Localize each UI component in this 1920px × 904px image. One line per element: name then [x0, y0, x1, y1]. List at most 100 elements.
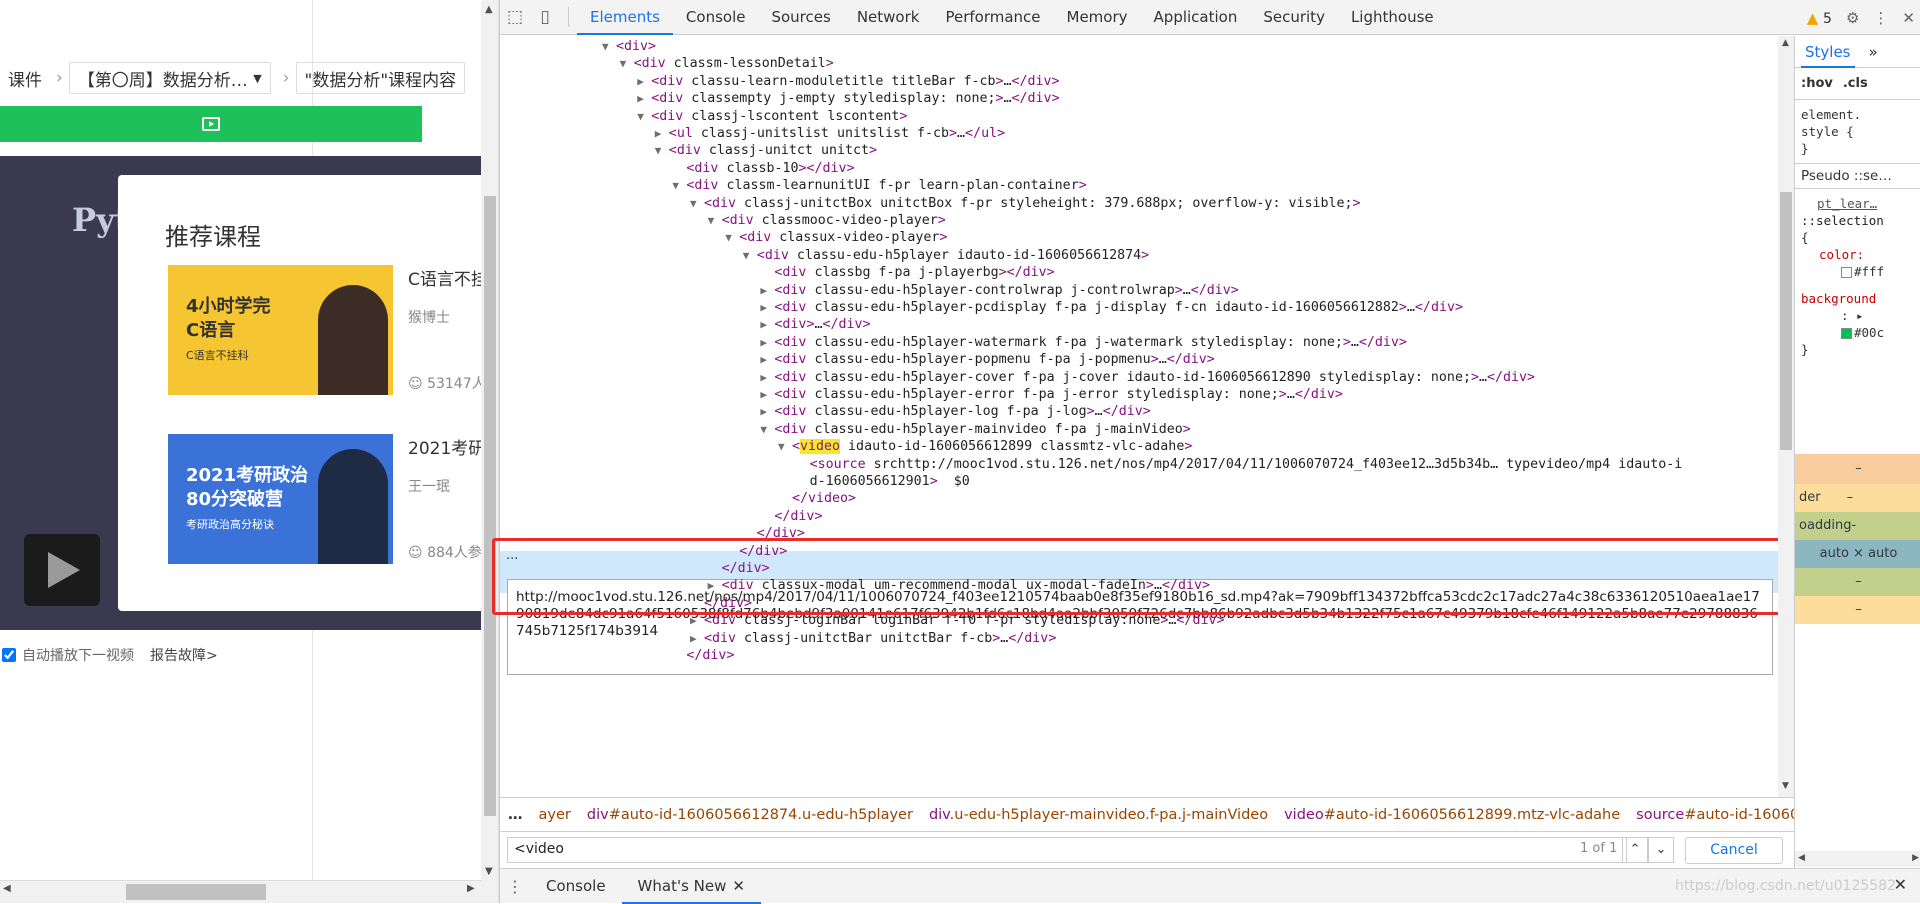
box-model-padding[interactable]: oadding- — [1795, 512, 1920, 540]
dom-node-line[interactable]: ▶ <div classj-unitctBar unitctBar f-cb>…<… — [690, 628, 1056, 649]
device-toolbar-icon[interactable]: ▯ — [530, 0, 560, 35]
expanded-arrow-icon[interactable]: ▼ — [760, 419, 774, 440]
tab-performance[interactable]: Performance — [932, 0, 1053, 35]
scrollbar-thumb[interactable] — [126, 884, 266, 900]
dom-node-markup: <div classbg f-pa j-playerbg></div> — [774, 265, 1055, 281]
dom-crumb[interactable]: video#auto-id-1606056612899.mtz-vlc-adah… — [1276, 807, 1628, 823]
expanded-arrow-icon[interactable]: ▼ — [708, 210, 722, 231]
expanded-arrow-icon[interactable]: ▼ — [620, 53, 634, 74]
course-thumbnail[interactable]: 2021考研政治 80分突破营 考研政治高分秘诀 — [168, 434, 393, 564]
expanded-arrow-icon[interactable]: ▼ — [743, 245, 757, 266]
console-drawer-tabbar: ⋮ Console What's New ✕ https://blog.csdn.… — [500, 868, 1920, 904]
course-card[interactable]: 2021考研政治 80分突破营 考研政治高分秘诀 2021考研 王一珉 ☺ 884… — [168, 434, 481, 564]
page-vertical-scrollbar[interactable]: ▲ ▼ — [481, 0, 499, 903]
expanded-arrow-icon[interactable]: ▼ — [690, 193, 704, 214]
tab-lighthouse[interactable]: Lighthouse — [1338, 0, 1447, 35]
search-next-button[interactable]: ⌄ — [1648, 837, 1674, 863]
tab-security[interactable]: Security — [1250, 0, 1338, 35]
tab-application[interactable]: Application — [1141, 0, 1251, 35]
color-value[interactable]: #fff — [1801, 263, 1915, 280]
search-input[interactable]: <video — [507, 837, 1627, 863]
tab-elements[interactable]: Elements — [577, 0, 673, 35]
background-prop[interactable]: background — [1801, 290, 1915, 307]
color-swatch-icon[interactable] — [1841, 267, 1852, 278]
week-select[interactable]: 【第〇周】数据分析… ▼ — [68, 62, 271, 94]
tab-memory[interactable]: Memory — [1054, 0, 1141, 35]
color-prop[interactable]: color: — [1801, 246, 1915, 263]
more-tabs-icon[interactable]: » — [1869, 43, 1878, 61]
crumb-attr: #auto-id-1606056612899.mtz-vlc-adahe — [1323, 806, 1621, 823]
video-tab-bar[interactable] — [0, 106, 422, 142]
tab-styles[interactable]: Styles — [1801, 36, 1855, 68]
expanded-arrow-icon[interactable]: ▼ — [637, 106, 651, 127]
scroll-up-icon[interactable]: ▲ — [1782, 38, 1789, 48]
breadcrumb: 课件 › 【第〇周】数据分析… ▼ › "数据分析"课程内容 — [0, 58, 481, 98]
scrollbar-thumb[interactable] — [1780, 192, 1792, 450]
styles-hscrollbar[interactable]: ◀ ▶ — [1795, 851, 1920, 867]
crumb-attr: ayer — [538, 806, 571, 823]
close-drawer-icon[interactable]: ✕ — [1894, 875, 1907, 894]
tab-network[interactable]: Network — [844, 0, 933, 35]
course-thumbnail[interactable]: 4小时学完 C语言 C语言不挂科 — [168, 265, 393, 395]
box-model-margin[interactable]: – — [1795, 454, 1920, 484]
scroll-up-icon[interactable]: ▲ — [485, 4, 493, 15]
elements-dom-tree[interactable]: ··· http://mooc1vod.stu.126.net/nos/mp4/… — [500, 36, 1778, 796]
settings-gear-icon[interactable]: ⚙ — [1846, 9, 1859, 27]
search-cancel-button[interactable]: Cancel — [1685, 837, 1783, 864]
box-model-margin-bottom[interactable]: – — [1795, 596, 1920, 624]
scroll-right-icon[interactable]: ▶ — [1912, 853, 1919, 863]
big-play-button[interactable] — [24, 534, 100, 606]
box-model-content[interactable]: auto × auto — [1795, 540, 1920, 568]
bg-swatch-icon[interactable] — [1841, 328, 1852, 339]
kebab-menu-icon[interactable]: ⋮ — [1873, 9, 1888, 27]
elements-scrollbar[interactable]: ▲ ▼ — [1778, 36, 1794, 798]
tab-console[interactable]: Console — [673, 0, 759, 35]
expanded-arrow-icon[interactable]: ▼ — [655, 140, 669, 161]
scroll-left-icon[interactable]: ◀ — [1798, 853, 1805, 863]
tab-sources[interactable]: Sources — [758, 0, 843, 35]
horizontal-scrollbar[interactable]: ◀ ▶ — [0, 880, 481, 903]
rule-source[interactable]: pt_lear… — [1801, 195, 1915, 212]
kebab-menu-icon[interactable]: ⋮ — [500, 877, 530, 896]
search-prev-button[interactable]: ⌃ — [1622, 837, 1648, 863]
element-style-rule[interactable]: element. style { } — [1795, 100, 1920, 163]
dom-crumb[interactable]: div#auto-id-1606056612874.u-edu-h5player — [579, 807, 921, 823]
scroll-right-icon[interactable]: ▶ — [467, 883, 475, 894]
scroll-left-icon[interactable]: ◀ — [3, 883, 11, 894]
box-model-padding-bottom[interactable]: – — [1795, 568, 1920, 596]
inspect-element-icon[interactable]: ⬚ — [500, 0, 530, 35]
expanded-arrow-icon[interactable]: ▼ — [672, 175, 686, 196]
dom-node-markup: <div classj-unitctBar unitctBar f-cb>…</… — [704, 630, 1057, 646]
lesson-select[interactable]: "数据分析"课程内容 — [295, 62, 466, 94]
scrollbar-thumb[interactable] — [484, 196, 496, 816]
dom-crumb[interactable]: div.u-edu-h5player-mainvideo.f-pa.j-main… — [921, 807, 1276, 823]
breadcrumb-item-courseware[interactable]: 课件 — [0, 66, 50, 91]
user-icon: ☺ — [408, 545, 423, 561]
autoplay-checkbox[interactable] — [2, 648, 16, 662]
close-icon[interactable]: ✕ — [1902, 9, 1915, 27]
box-model-border[interactable]: der – — [1795, 484, 1920, 512]
expanded-arrow-icon[interactable]: ▼ — [778, 436, 792, 457]
expanded-arrow-icon[interactable]: ▼ — [602, 36, 616, 57]
course-teacher: 王一珉 — [408, 479, 450, 495]
scroll-down-icon[interactable]: ▼ — [1782, 781, 1789, 791]
selection-rule[interactable]: pt_lear… ::selection { color: #fff backg… — [1795, 189, 1920, 364]
scroll-down-icon[interactable]: ▼ — [485, 866, 493, 877]
course-name[interactable]: 2021考研 — [408, 434, 481, 459]
crumbs-more-icon[interactable]: … — [500, 807, 531, 823]
bg-value[interactable]: #00c — [1801, 324, 1915, 341]
course-card[interactable]: 4小时学完 C语言 C语言不挂科 C语言不挂 猴博士 ☺ 53147人 — [168, 265, 481, 395]
report-issue-link[interactable]: 报告故障> — [150, 645, 218, 665]
warning-indicator[interactable]: ▲ 5 — [1807, 9, 1832, 27]
dom-crumb[interactable]: ayer — [531, 807, 579, 823]
class-toggle[interactable]: .cls — [1843, 76, 1868, 91]
expanded-arrow-icon[interactable]: ▼ — [725, 227, 739, 248]
close-tab-icon[interactable]: ✕ — [732, 877, 745, 895]
drawer-tab-whats-new[interactable]: What's New ✕ — [621, 869, 761, 904]
drawer-tab-console[interactable]: Console — [530, 869, 622, 904]
course-name[interactable]: C语言不挂 — [408, 265, 481, 290]
dom-crumb[interactable]: source#auto-id-1606056612901 — [1628, 807, 1794, 823]
dom-node-line[interactable]: </div> — [672, 645, 734, 666]
hover-toggle[interactable]: :hov — [1801, 76, 1833, 91]
expand-arrow-icon[interactable]: : ▸ — [1801, 307, 1915, 324]
